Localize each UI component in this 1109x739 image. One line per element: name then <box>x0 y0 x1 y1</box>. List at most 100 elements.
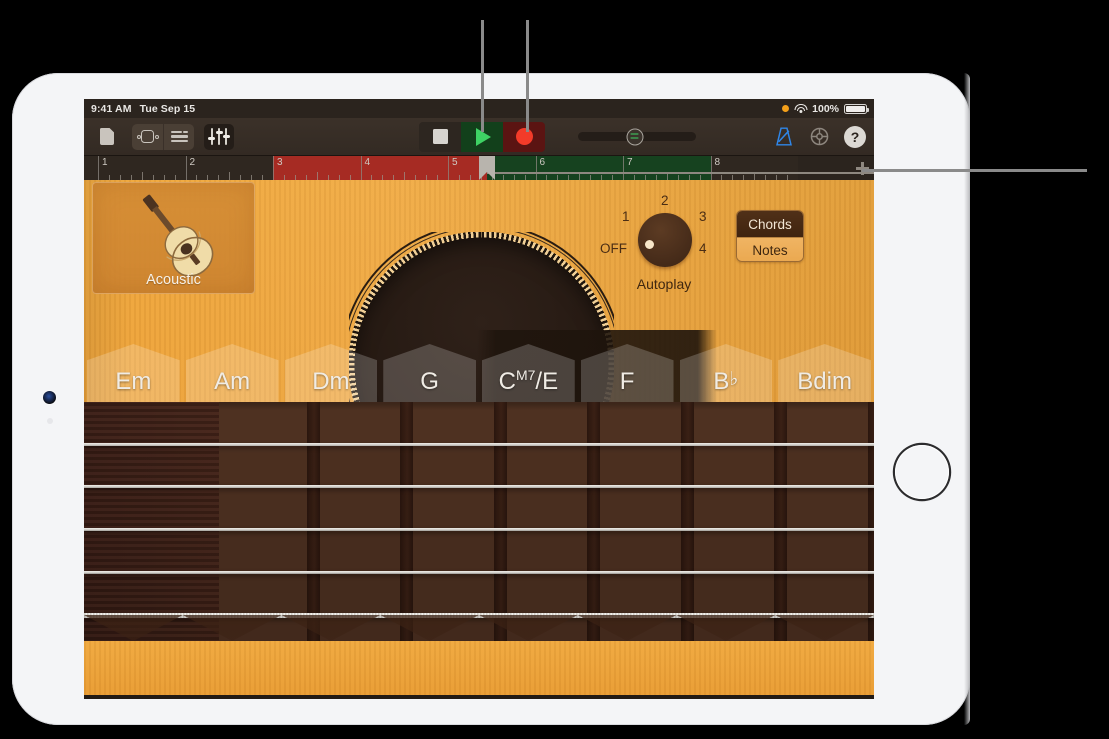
loop-browser-button[interactable] <box>132 124 163 150</box>
chord-button-am[interactable]: Am <box>183 344 282 402</box>
battery-icon <box>844 104 867 114</box>
status-bar-left: 9:41 AM Tue Sep 15 <box>91 103 195 115</box>
fret-row[interactable] <box>84 530 874 573</box>
guitar-instrument-area: Acoustic OFF 1 2 3 4 Autoplay Chords Not… <box>84 180 874 699</box>
callout-line-add-track <box>862 169 1087 172</box>
recording-indicator-icon <box>782 105 789 112</box>
ruler-tick <box>317 172 318 180</box>
ruler-bar-number: 7 <box>627 157 633 168</box>
list-icon <box>171 131 188 143</box>
ruler-bar-number: 2 <box>190 157 196 168</box>
autoplay-knob[interactable] <box>638 213 692 267</box>
mixer-button[interactable] <box>204 124 234 150</box>
ipad-screen: 9:41 AM Tue Sep 15 100% <box>84 99 874 699</box>
record-button[interactable] <box>503 122 545 152</box>
ruler-barline <box>98 156 99 180</box>
ruler-barline <box>711 156 712 180</box>
my-songs-button[interactable] <box>92 124 122 150</box>
front-camera-icon <box>43 391 56 404</box>
fret-row[interactable] <box>84 445 874 488</box>
autoplay-label-2[interactable]: 2 <box>661 193 669 208</box>
chord-button-bdim[interactable]: Bdim <box>775 344 874 402</box>
status-time: 9:41 AM <box>91 103 132 115</box>
ruler-bar-number: 5 <box>452 157 458 168</box>
metronome-icon[interactable] <box>773 126 795 147</box>
autoplay-knob-indicator <box>645 240 654 249</box>
chord-button-b[interactable]: B♭ <box>677 344 776 402</box>
chord-label: G <box>420 368 439 402</box>
chord-label: F <box>620 368 635 402</box>
loop-icon <box>137 130 159 143</box>
notes-button[interactable]: Notes <box>737 237 803 262</box>
instrument-card-label: Acoustic <box>93 272 254 288</box>
autoplay-label-4[interactable]: 4 <box>699 241 707 256</box>
master-volume-knob[interactable] <box>626 128 643 145</box>
chord-button-g[interactable]: G <box>380 344 479 402</box>
status-date: Tue Sep 15 <box>140 103 196 115</box>
ruler-barline <box>536 156 537 180</box>
view-toggle-segmented-control <box>132 124 194 150</box>
ruler-barline <box>448 156 449 180</box>
chord-label: CM7/E <box>499 367 558 402</box>
autoplay-label-off[interactable]: OFF <box>600 241 627 256</box>
home-button[interactable] <box>895 445 949 499</box>
gear-icon[interactable] <box>809 126 830 147</box>
chord-button-f[interactable]: F <box>578 344 677 402</box>
chords-button[interactable]: Chords <box>737 211 803 237</box>
ruler-barline <box>186 156 187 180</box>
ruler-guide-line <box>487 172 874 174</box>
toolbar-right-group: ? <box>773 126 866 148</box>
screen-bottom-edge <box>84 695 874 699</box>
chord-label: Em <box>115 368 151 402</box>
guitar-body-bottom <box>84 641 874 699</box>
chords-notes-switch: Chords Notes <box>736 210 804 262</box>
autoplay-label-3[interactable]: 3 <box>699 209 707 224</box>
chord-strip: Em Am Dm G CM7/E F B♭ Bdim <box>84 344 874 402</box>
mixer-sliders-icon <box>210 128 229 145</box>
autoplay-title: Autoplay <box>604 276 724 292</box>
ruler-tick <box>142 172 143 180</box>
timeline-ruler[interactable]: 12345678 <box>84 156 874 180</box>
toolbar-left-group <box>92 124 234 150</box>
playhead[interactable] <box>479 156 495 180</box>
status-bar-right: 100% <box>782 103 867 115</box>
main-toolbar: ? <box>84 118 874 156</box>
wifi-icon <box>794 104 807 114</box>
chord-label: Am <box>214 368 250 402</box>
ruler-bar-number: 4 <box>365 157 371 168</box>
ruler-barline <box>273 156 274 180</box>
ruler-barline <box>623 156 624 180</box>
help-button[interactable]: ? <box>844 126 866 148</box>
stop-button[interactable] <box>419 122 461 152</box>
instrument-card-acoustic[interactable]: Acoustic <box>92 182 255 294</box>
chord-button-em[interactable]: Em <box>84 344 183 402</box>
track-view-button[interactable] <box>163 124 194 150</box>
ruler-tick <box>229 172 230 180</box>
battery-percent-label: 100% <box>812 103 839 115</box>
autoplay-label-1[interactable]: 1 <box>622 209 630 224</box>
ruler-barline <box>361 156 362 180</box>
ipad-device: 9:41 AM Tue Sep 15 100% <box>12 73 970 725</box>
screenshot-root: 9:41 AM Tue Sep 15 100% <box>0 0 1109 739</box>
record-icon <box>516 128 533 145</box>
ruler-bar-number: 8 <box>715 157 721 168</box>
chord-button-dm[interactable]: Dm <box>282 344 381 402</box>
ruler-bar-number: 1 <box>102 157 108 168</box>
toolbar-center-group <box>419 122 696 152</box>
chord-label: B♭ <box>713 368 738 402</box>
chord-label: Bdim <box>797 368 852 402</box>
chord-label: Dm <box>312 368 349 402</box>
callout-line-play <box>481 20 484 132</box>
autoplay-control: OFF 1 2 3 4 Autoplay <box>604 185 724 290</box>
ruler-tick <box>404 172 405 180</box>
fret-row[interactable] <box>84 573 874 616</box>
ruler-bar-number: 6 <box>540 157 546 168</box>
ambient-sensor-icon <box>47 418 53 424</box>
stop-icon <box>433 129 448 144</box>
chord-button-c[interactable]: CM7/E <box>479 344 578 402</box>
fret-row[interactable] <box>84 487 874 530</box>
master-volume-slider[interactable] <box>578 132 696 141</box>
fret-row[interactable] <box>84 402 874 445</box>
document-icon <box>100 128 114 145</box>
ruler-left-pad <box>84 156 98 180</box>
